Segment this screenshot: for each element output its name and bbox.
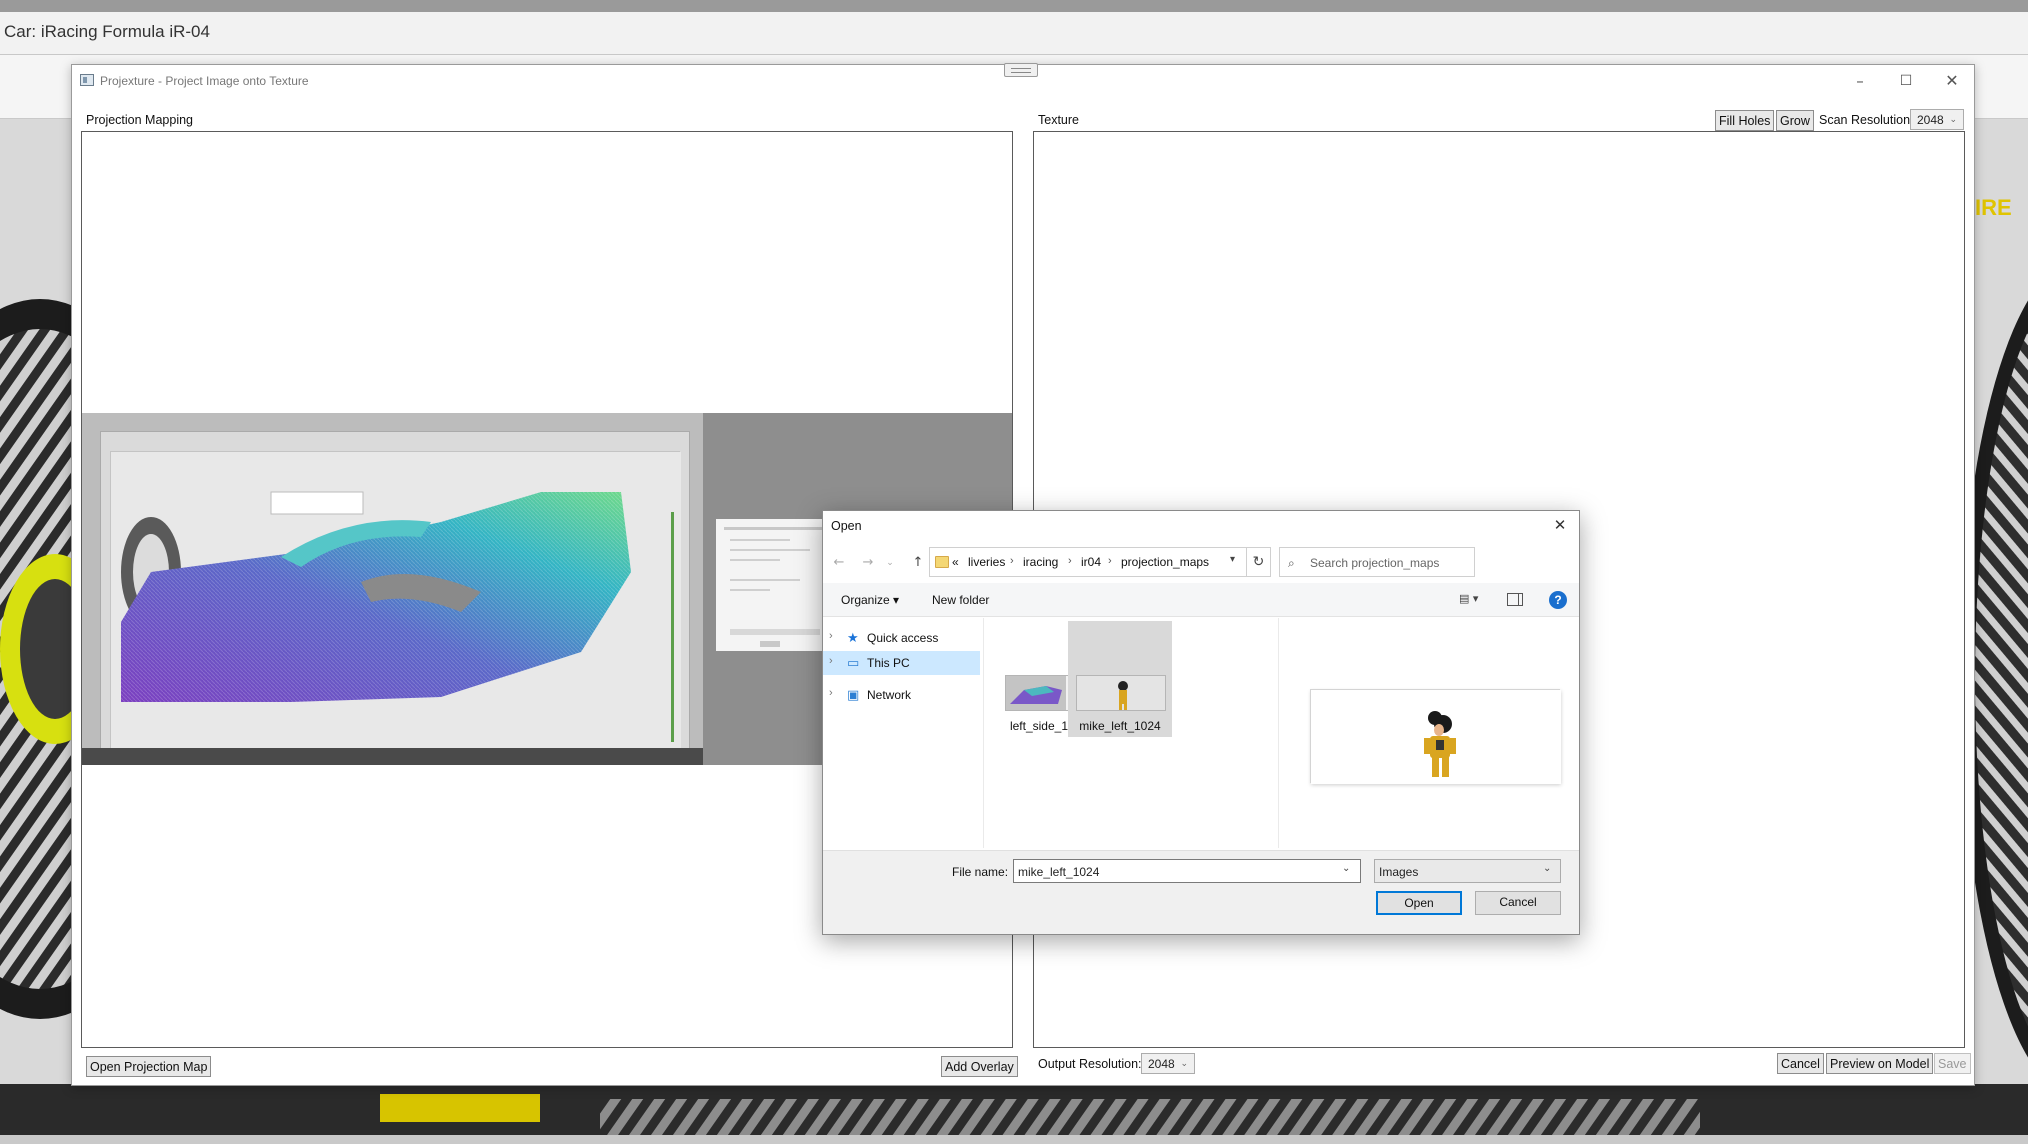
cancel-button[interactable]: Cancel bbox=[1475, 891, 1561, 915]
breadcrumb-overflow[interactable]: « bbox=[952, 555, 959, 569]
open-button[interactable]: Open bbox=[1376, 891, 1462, 915]
file-thumbnail bbox=[1076, 675, 1166, 711]
close-icon[interactable]: ✕ bbox=[1929, 68, 1975, 94]
breadcrumb-separator: › bbox=[1068, 555, 1072, 567]
open-projection-map-button[interactable]: Open Projection Map bbox=[86, 1056, 212, 1077]
app-status-bar bbox=[0, 1135, 2028, 1144]
sidebar-item-label: Quick access bbox=[867, 631, 939, 645]
help-icon[interactable]: ? bbox=[1549, 591, 1567, 609]
output-resolution-select[interactable]: 2048 ⌄ bbox=[1141, 1053, 1195, 1074]
scan-resolution-select[interactable]: 2048 ⌄ bbox=[1910, 109, 1964, 130]
preview-pane-icon[interactable] bbox=[1507, 593, 1523, 606]
app-icon bbox=[80, 74, 94, 86]
chevron-down-icon[interactable]: ⌄ bbox=[1342, 863, 1350, 874]
search-input[interactable]: ⌕ Search projection_maps bbox=[1279, 547, 1475, 577]
navigation-pane: › ★ Quick access › ▭ This PC › ▣ Network bbox=[823, 618, 983, 848]
add-overlay-button[interactable]: Add Overlay bbox=[941, 1056, 1018, 1077]
organize-menu[interactable]: Organize ▾ bbox=[841, 593, 899, 607]
refresh-icon[interactable]: ↻ bbox=[1247, 547, 1271, 577]
breadcrumb-liveries[interactable]: liveries bbox=[968, 555, 1005, 569]
folder-icon bbox=[935, 556, 949, 568]
minimize-icon[interactable]: – bbox=[1837, 68, 1883, 94]
chevron-right-icon[interactable]: › bbox=[829, 687, 833, 699]
file-item-selected[interactable]: mike_left_1024 bbox=[1068, 621, 1172, 737]
cancel-button[interactable]: Cancel bbox=[1777, 1053, 1824, 1074]
save-button[interactable]: Save bbox=[1934, 1053, 1971, 1074]
preview-taskbar-image bbox=[82, 748, 703, 765]
computer-icon: ▭ bbox=[847, 656, 860, 671]
chevron-down-icon: ⌄ bbox=[1180, 1058, 1188, 1068]
change-view-icon[interactable]: ▤ ▾ bbox=[1459, 592, 1478, 605]
breadcrumb-projection-maps[interactable]: projection_maps bbox=[1121, 555, 1209, 569]
splitter-grip-handle[interactable] bbox=[1004, 63, 1038, 77]
preview-on-model-button[interactable]: Preview on Model bbox=[1826, 1053, 1934, 1074]
forward-arrow-icon[interactable]: → bbox=[857, 553, 879, 573]
search-placeholder: Search projection_maps bbox=[1310, 556, 1440, 570]
maximize-icon[interactable]: ☐ bbox=[1883, 68, 1929, 94]
pane-divider[interactable] bbox=[983, 618, 984, 848]
chevron-down-icon[interactable]: ▾ bbox=[1230, 554, 1235, 565]
breadcrumb-iracing[interactable]: iracing bbox=[1023, 555, 1058, 569]
chevron-down-icon: ⌄ bbox=[1949, 114, 1957, 124]
breadcrumb-separator: › bbox=[1108, 555, 1112, 567]
breadcrumb-separator: › bbox=[1010, 555, 1014, 567]
chevron-right-icon[interactable]: › bbox=[829, 630, 833, 642]
texture-label: Texture bbox=[1038, 113, 1079, 127]
grow-button[interactable]: Grow bbox=[1776, 110, 1814, 131]
fill-holes-button[interactable]: Fill Holes bbox=[1715, 110, 1775, 131]
output-resolution-label: Output Resolution: bbox=[1038, 1057, 1142, 1071]
chevron-down-icon: ⌄ bbox=[1543, 863, 1552, 874]
preview-pane-image bbox=[1310, 689, 1561, 784]
breadcrumb-ir04[interactable]: ir04 bbox=[1081, 555, 1101, 569]
sidebar-item-this-pc[interactable]: › ▭ This PC bbox=[823, 651, 980, 675]
app-top-strip bbox=[0, 0, 2028, 12]
dialog-title: Open bbox=[831, 519, 862, 533]
address-bar[interactable]: « liveries › iracing › ir04 › projection… bbox=[929, 547, 1247, 577]
file-name-input[interactable]: mike_left_1024 ⌄ bbox=[1013, 859, 1361, 883]
network-icon: ▣ bbox=[847, 688, 860, 703]
close-icon[interactable]: ✕ bbox=[1545, 514, 1575, 536]
recent-locations-chevron-icon[interactable]: ⌄ bbox=[879, 553, 901, 573]
back-arrow-icon[interactable]: ← bbox=[828, 553, 850, 573]
up-arrow-icon[interactable]: ↑ bbox=[907, 553, 929, 573]
sidebar-item-network[interactable]: › ▣ Network bbox=[823, 683, 980, 707]
star-icon: ★ bbox=[847, 631, 859, 646]
search-icon: ⌕ bbox=[1288, 556, 1295, 570]
chevron-right-icon[interactable]: › bbox=[829, 655, 833, 667]
file-name-label: File name: bbox=[952, 865, 1009, 879]
sidebar-item-label: This PC bbox=[867, 656, 910, 670]
scan-resolution-label: Scan Resolution: bbox=[1819, 113, 1914, 127]
sidebar-item-quick-access[interactable]: › ★ Quick access bbox=[823, 626, 980, 650]
open-file-dialog: Open ✕ ← → ⌄ ↑ « liveries › iracing › ir… bbox=[822, 510, 1580, 935]
sidebar-item-label: Network bbox=[867, 688, 912, 702]
new-folder-button[interactable]: New folder bbox=[932, 593, 989, 607]
preview-mini-window-image bbox=[716, 519, 836, 651]
dialog-toolbar: Organize ▾ New folder ▤ ▾ ? bbox=[823, 583, 1579, 617]
file-type-select[interactable]: Images ⌄ bbox=[1374, 859, 1561, 883]
preview-pane-divider bbox=[1278, 618, 1279, 848]
file-name: mike_left_1024 bbox=[1079, 719, 1161, 733]
dialog-footer: File name: mike_left_1024 ⌄ Images ⌄ Ope… bbox=[823, 850, 1579, 934]
window-title: Projexture - Project Image onto Texture bbox=[100, 74, 309, 88]
svg-text:IRE: IRE bbox=[1975, 195, 2012, 220]
app-title: Car: iRacing Formula iR-04 bbox=[0, 12, 2028, 55]
projection-mapping-label: Projection Mapping bbox=[86, 113, 194, 127]
